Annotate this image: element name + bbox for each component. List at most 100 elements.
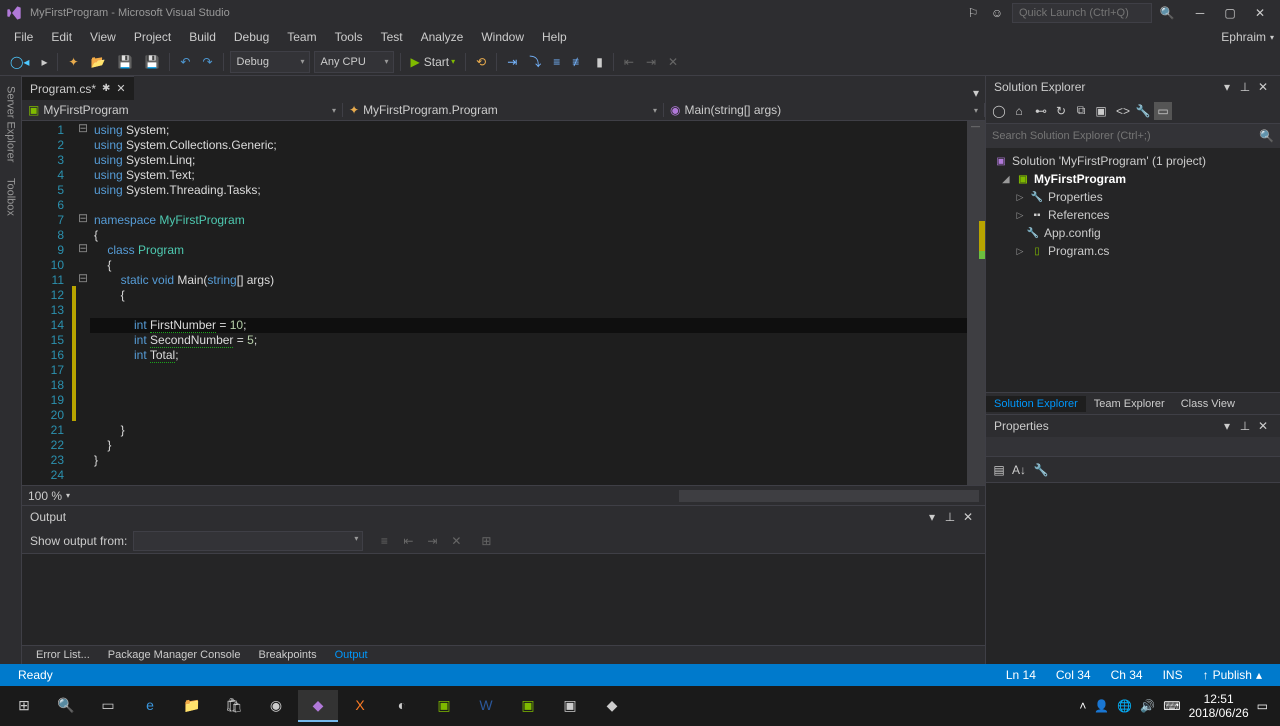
start-button[interactable]: ▶ Start ▾: [407, 51, 460, 73]
visual-studio-icon[interactable]: ◆: [298, 690, 338, 722]
search-icon[interactable]: 🔍: [46, 690, 86, 722]
menu-test[interactable]: Test: [373, 28, 411, 46]
output-text[interactable]: [22, 554, 985, 645]
step-over-icon[interactable]: ⤵: [525, 51, 545, 73]
forward-button[interactable]: ▸: [37, 51, 51, 73]
start-button[interactable]: ⊞: [4, 690, 44, 722]
open-file-button[interactable]: 📂: [87, 51, 110, 73]
menu-team[interactable]: Team: [279, 28, 324, 46]
pmc-tab[interactable]: Package Manager Console: [100, 647, 249, 663]
platform-combo[interactable]: Any CPU: [314, 51, 394, 73]
tab-overflow-icon[interactable]: ▾: [967, 86, 985, 100]
output-next-icon[interactable]: ⇤: [399, 532, 417, 550]
menu-debug[interactable]: Debug: [226, 28, 277, 46]
alphabetical-icon[interactable]: A↓: [1010, 461, 1028, 479]
props-pin-icon[interactable]: ⊥: [1236, 417, 1254, 435]
menu-window[interactable]: Window: [473, 28, 532, 46]
document-tab[interactable]: Program.cs* ✱ ✕: [22, 76, 134, 100]
se-properties-icon[interactable]: 🔧: [1134, 102, 1152, 120]
back-button[interactable]: ◯◂: [6, 51, 33, 73]
menu-edit[interactable]: Edit: [43, 28, 80, 46]
tree-item-references[interactable]: ▷ ▪▪ References: [986, 206, 1280, 224]
output-toggle-icon[interactable]: ⊞: [477, 532, 495, 550]
error-list-tab[interactable]: Error List...: [28, 647, 98, 663]
outlining-margin[interactable]: ⊟⊟⊟⊟: [76, 121, 90, 485]
tray-language-icon[interactable]: ⌨: [1163, 699, 1180, 713]
menu-tools[interactable]: Tools: [327, 28, 371, 46]
step-into-icon[interactable]: ⇥: [503, 51, 521, 73]
notifications-icon[interactable]: ⚐: [964, 4, 982, 22]
edge-icon[interactable]: e: [130, 690, 170, 722]
word-icon[interactable]: W: [466, 690, 506, 722]
se-preview-icon[interactable]: ▭: [1154, 102, 1172, 120]
comment-icon[interactable]: ≡: [549, 51, 564, 73]
chevron-right-icon[interactable]: ▷: [1014, 192, 1026, 203]
search-icon[interactable]: 🔍: [1259, 129, 1274, 143]
next-bookmark-icon[interactable]: ⇥: [642, 51, 660, 73]
vertical-scrollbar[interactable]: —: [967, 121, 985, 485]
horizontal-scrollbar[interactable]: [679, 490, 979, 502]
props-close-icon[interactable]: ✕: [1254, 417, 1272, 435]
code-editor[interactable]: 123456789101112131415161718192021222324 …: [22, 121, 985, 485]
xampp-icon[interactable]: X: [340, 690, 380, 722]
categorized-icon[interactable]: ▤: [990, 461, 1008, 479]
menu-view[interactable]: View: [82, 28, 124, 46]
publish-button[interactable]: ↑ Publish ▴: [1193, 668, 1272, 682]
panel-close-icon[interactable]: ✕: [959, 508, 977, 526]
pin-icon[interactable]: ✱: [102, 83, 110, 94]
user-menu[interactable]: Ephraim▾: [1221, 30, 1274, 44]
app4-icon[interactable]: ◆: [592, 690, 632, 722]
search-icon[interactable]: 🔍: [1158, 4, 1176, 22]
se-dropdown-icon[interactable]: ▾: [1218, 78, 1236, 96]
menu-file[interactable]: File: [6, 28, 41, 46]
app3-icon[interactable]: ▣: [550, 690, 590, 722]
save-button[interactable]: 💾: [114, 51, 137, 73]
split-icon[interactable]: —: [971, 121, 980, 131]
menu-build[interactable]: Build: [181, 28, 224, 46]
tray-notifications-icon[interactable]: ▭: [1257, 699, 1268, 713]
output-tab[interactable]: Output: [327, 647, 376, 663]
toolbox-tab[interactable]: Toolbox: [3, 172, 19, 222]
zoom-combo[interactable]: 100 %▾: [28, 489, 70, 503]
tray-network-icon[interactable]: 🌐: [1117, 699, 1132, 713]
app2-icon[interactable]: ▣: [508, 690, 548, 722]
app-icon[interactable]: ▣: [424, 690, 464, 722]
se-collapse-icon[interactable]: ⧉: [1072, 102, 1090, 120]
props-wrench-icon[interactable]: 🔧: [1032, 461, 1050, 479]
menu-analyze[interactable]: Analyze: [413, 28, 472, 46]
close-tab-icon[interactable]: ✕: [116, 82, 125, 95]
prev-bookmark-icon[interactable]: ⇤: [620, 51, 638, 73]
new-project-button[interactable]: ✦: [64, 51, 82, 73]
class-combo[interactable]: ✦ MyFirstProgram.Program: [343, 103, 664, 117]
clear-bookmark-icon[interactable]: ✕: [664, 51, 682, 73]
server-explorer-tab[interactable]: Server Explorer: [3, 80, 19, 168]
solution-search-input[interactable]: [992, 130, 1259, 142]
close-button[interactable]: ✕: [1246, 3, 1274, 23]
eclipse-icon[interactable]: ◐: [382, 690, 422, 722]
output-source-combo[interactable]: [133, 531, 363, 551]
tray-clock[interactable]: 12:512018/06/26: [1189, 692, 1249, 721]
se-sync-icon[interactable]: ⊷: [1032, 102, 1050, 120]
config-combo[interactable]: Debug: [230, 51, 310, 73]
panel-pin-icon[interactable]: ⊥: [941, 508, 959, 526]
properties-object-combo[interactable]: [986, 437, 1280, 457]
chrome-icon[interactable]: ◉: [256, 690, 296, 722]
tray-volume-icon[interactable]: 🔊: [1140, 699, 1155, 713]
scope-combo[interactable]: ▣ MyFirstProgram: [22, 103, 343, 117]
file-explorer-icon[interactable]: 📁: [172, 690, 212, 722]
chevron-down-icon[interactable]: ◢: [1000, 174, 1012, 185]
solution-tree[interactable]: ▣ Solution 'MyFirstProgram' (1 project) …: [986, 148, 1280, 392]
minimize-button[interactable]: ─: [1186, 3, 1214, 23]
se-pin-icon[interactable]: ⊥: [1236, 78, 1254, 96]
browser-link-icon[interactable]: ⟲: [472, 51, 490, 73]
solution-node[interactable]: ▣ Solution 'MyFirstProgram' (1 project): [986, 152, 1280, 170]
tab-class-view[interactable]: Class View: [1173, 396, 1243, 412]
menu-project[interactable]: Project: [126, 28, 179, 46]
code-content[interactable]: using System;using System.Collections.Ge…: [90, 121, 967, 485]
output-clear-icon[interactable]: ⇥: [423, 532, 441, 550]
breakpoints-tab[interactable]: Breakpoints: [251, 647, 325, 663]
save-all-button[interactable]: 💾: [140, 51, 163, 73]
feedback-icon[interactable]: ☺: [988, 4, 1006, 22]
task-view-icon[interactable]: ▭: [88, 690, 128, 722]
maximize-button[interactable]: ▢: [1216, 3, 1244, 23]
